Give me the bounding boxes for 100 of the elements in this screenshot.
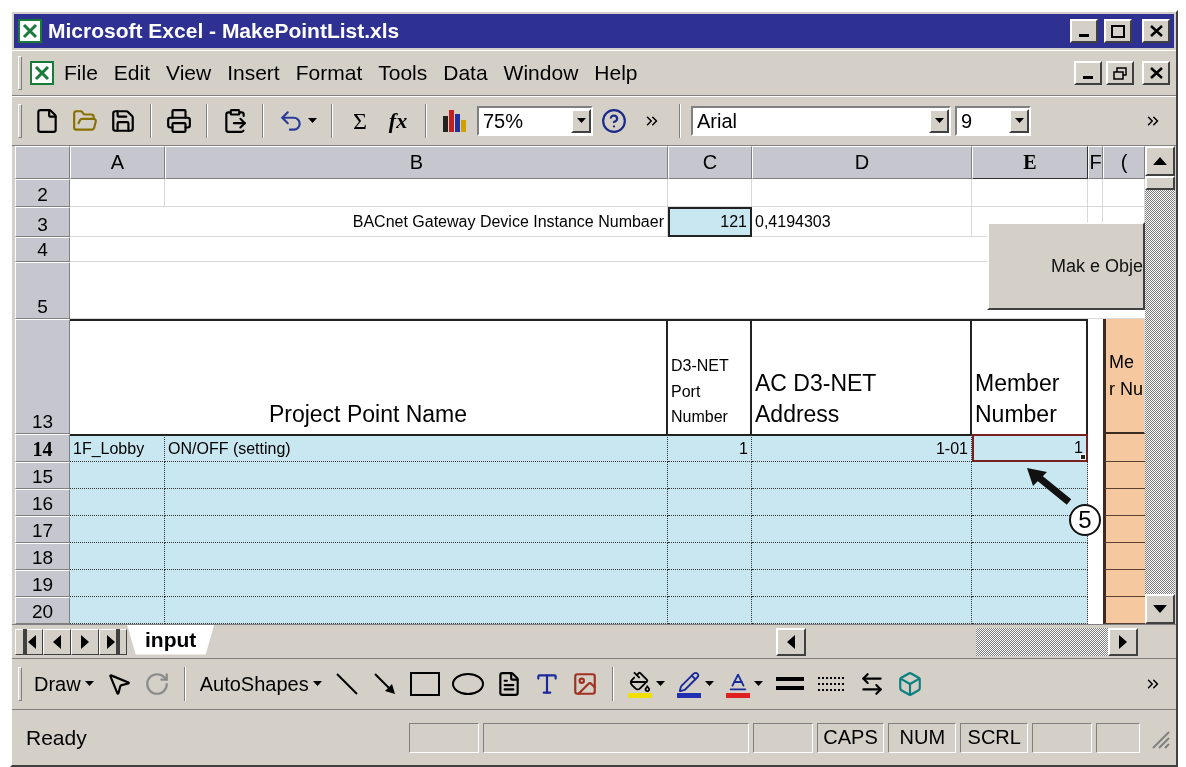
next-sheet-button[interactable] xyxy=(71,628,99,655)
minimize-button[interactable] xyxy=(1070,19,1098,43)
minimize-icon xyxy=(1083,76,1093,79)
zoom-dropdown[interactable]: 75% xyxy=(477,106,593,136)
status-pane xyxy=(752,722,813,753)
table-cell xyxy=(1088,179,1103,207)
row-header[interactable]: 4 xyxy=(15,237,70,262)
previous-sheet-button[interactable] xyxy=(43,628,71,655)
row-header[interactable]: 13 xyxy=(15,319,70,434)
maximize-button[interactable] xyxy=(1104,19,1132,43)
table-cell xyxy=(1103,489,1145,516)
up-arrow-icon xyxy=(1153,157,1167,165)
column-heading: D3-NET Port Number xyxy=(668,319,752,434)
status-pane xyxy=(1032,722,1093,753)
menu-item[interactable]: Insert xyxy=(221,59,286,87)
scroll-down-button[interactable] xyxy=(1145,594,1175,624)
caret-icon xyxy=(655,681,665,687)
close-icon xyxy=(1149,67,1163,79)
menu-item[interactable]: Edit xyxy=(107,59,157,87)
status-indicator: NUM xyxy=(888,722,957,753)
minimize-button[interactable] xyxy=(1074,61,1102,85)
row-header[interactable]: 18 xyxy=(15,543,70,570)
font-dropdown[interactable]: Arial xyxy=(691,106,951,136)
last-sheet-button[interactable] xyxy=(99,628,127,655)
menu-item[interactable]: File xyxy=(58,59,104,87)
menu-item[interactable]: Window xyxy=(497,59,585,87)
scroll-up-button[interactable] xyxy=(1145,146,1175,176)
scroll-thumb[interactable] xyxy=(1145,176,1175,190)
sheet-tab[interactable]: input xyxy=(127,624,215,655)
menu-item[interactable]: Tools xyxy=(372,59,434,87)
arrow-icon xyxy=(372,672,397,696)
close-button[interactable] xyxy=(1142,61,1170,85)
row-header[interactable]: 5 xyxy=(15,262,70,319)
table-cell xyxy=(1103,543,1145,570)
floppy-icon xyxy=(110,108,136,134)
scroll-left-button[interactable] xyxy=(776,627,806,656)
first-sheet-button[interactable] xyxy=(15,628,43,655)
menu-item[interactable]: Format xyxy=(289,59,369,87)
font-size-dropdown[interactable]: 9 xyxy=(955,106,1031,136)
make-object-button[interactable]: Mak e Obje xyxy=(987,222,1145,310)
status-text: Ready xyxy=(26,725,88,750)
corner-header[interactable] xyxy=(15,146,70,179)
table-cell xyxy=(1103,462,1145,489)
table-cell: 121 xyxy=(668,207,752,237)
column-header[interactable]: F xyxy=(1088,146,1103,179)
column-header[interactable]: E xyxy=(972,146,1088,179)
printer-icon xyxy=(166,108,192,134)
column-header[interactable]: ( xyxy=(1103,146,1145,179)
row-header[interactable]: 20 xyxy=(15,597,70,624)
left-arrow-icon xyxy=(787,634,795,649)
row-header[interactable]: 17 xyxy=(15,516,70,543)
table-cell xyxy=(1103,179,1145,207)
caret-icon xyxy=(704,681,714,687)
sum-button[interactable]: Σ xyxy=(343,103,377,139)
paint-bucket-icon xyxy=(628,670,651,693)
row-header[interactable]: 2 xyxy=(15,179,70,207)
table-cell xyxy=(1103,597,1145,624)
left-arrow-icon xyxy=(27,634,36,649)
horizontal-scrollbar[interactable] xyxy=(776,627,1138,656)
row-header[interactable]: 16 xyxy=(15,489,70,516)
status-pane xyxy=(409,722,480,753)
maximize-icon xyxy=(1111,24,1125,38)
table-cell: ON/OFF (setting) xyxy=(165,434,668,462)
close-button[interactable] xyxy=(1142,19,1170,43)
row-header[interactable]: 14 xyxy=(15,434,70,462)
column-header[interactable]: B xyxy=(165,146,668,179)
vertical-scrollbar[interactable] xyxy=(1145,146,1175,624)
scroll-right-button[interactable] xyxy=(1108,627,1138,656)
close-icon xyxy=(1149,25,1163,37)
row-header[interactable]: 15 xyxy=(15,462,70,489)
autoshapes-button[interactable]: AutoShapes xyxy=(195,666,326,702)
column-header[interactable]: D xyxy=(752,146,972,179)
spreadsheet-icon xyxy=(18,19,42,43)
bar-chart-icon xyxy=(441,108,469,134)
table-cell: 1 xyxy=(972,434,1088,462)
fill-handle[interactable] xyxy=(1080,454,1086,460)
table-cell xyxy=(1103,434,1145,462)
column-header[interactable]: A xyxy=(70,146,165,179)
row-header[interactable]: 3 xyxy=(15,207,70,237)
restore-button[interactable] xyxy=(1106,61,1134,85)
dash-style-icon xyxy=(816,674,847,694)
minimize-icon xyxy=(1079,34,1089,37)
menu-item[interactable]: Data xyxy=(437,59,494,87)
status-indicator: SCRL xyxy=(960,722,1029,753)
menu-item[interactable]: View xyxy=(160,59,218,87)
folder-icon xyxy=(72,108,98,134)
table-cell xyxy=(1103,570,1145,597)
blank-page-icon xyxy=(34,108,60,134)
right-arrow-icon xyxy=(1119,634,1127,649)
menu-item[interactable]: Help xyxy=(588,59,644,87)
table-cell: 0,4194303 xyxy=(752,207,972,237)
line-icon xyxy=(334,672,359,696)
pen-icon xyxy=(677,670,700,693)
caret-icon xyxy=(84,681,94,687)
draw-menu-button[interactable]: Draw xyxy=(30,666,98,702)
right-arrow-icon xyxy=(81,634,89,649)
column-header[interactable]: C xyxy=(668,146,752,179)
row-header[interactable]: 19 xyxy=(15,570,70,597)
function-button[interactable]: fx xyxy=(381,103,415,139)
caret-icon xyxy=(576,118,586,124)
